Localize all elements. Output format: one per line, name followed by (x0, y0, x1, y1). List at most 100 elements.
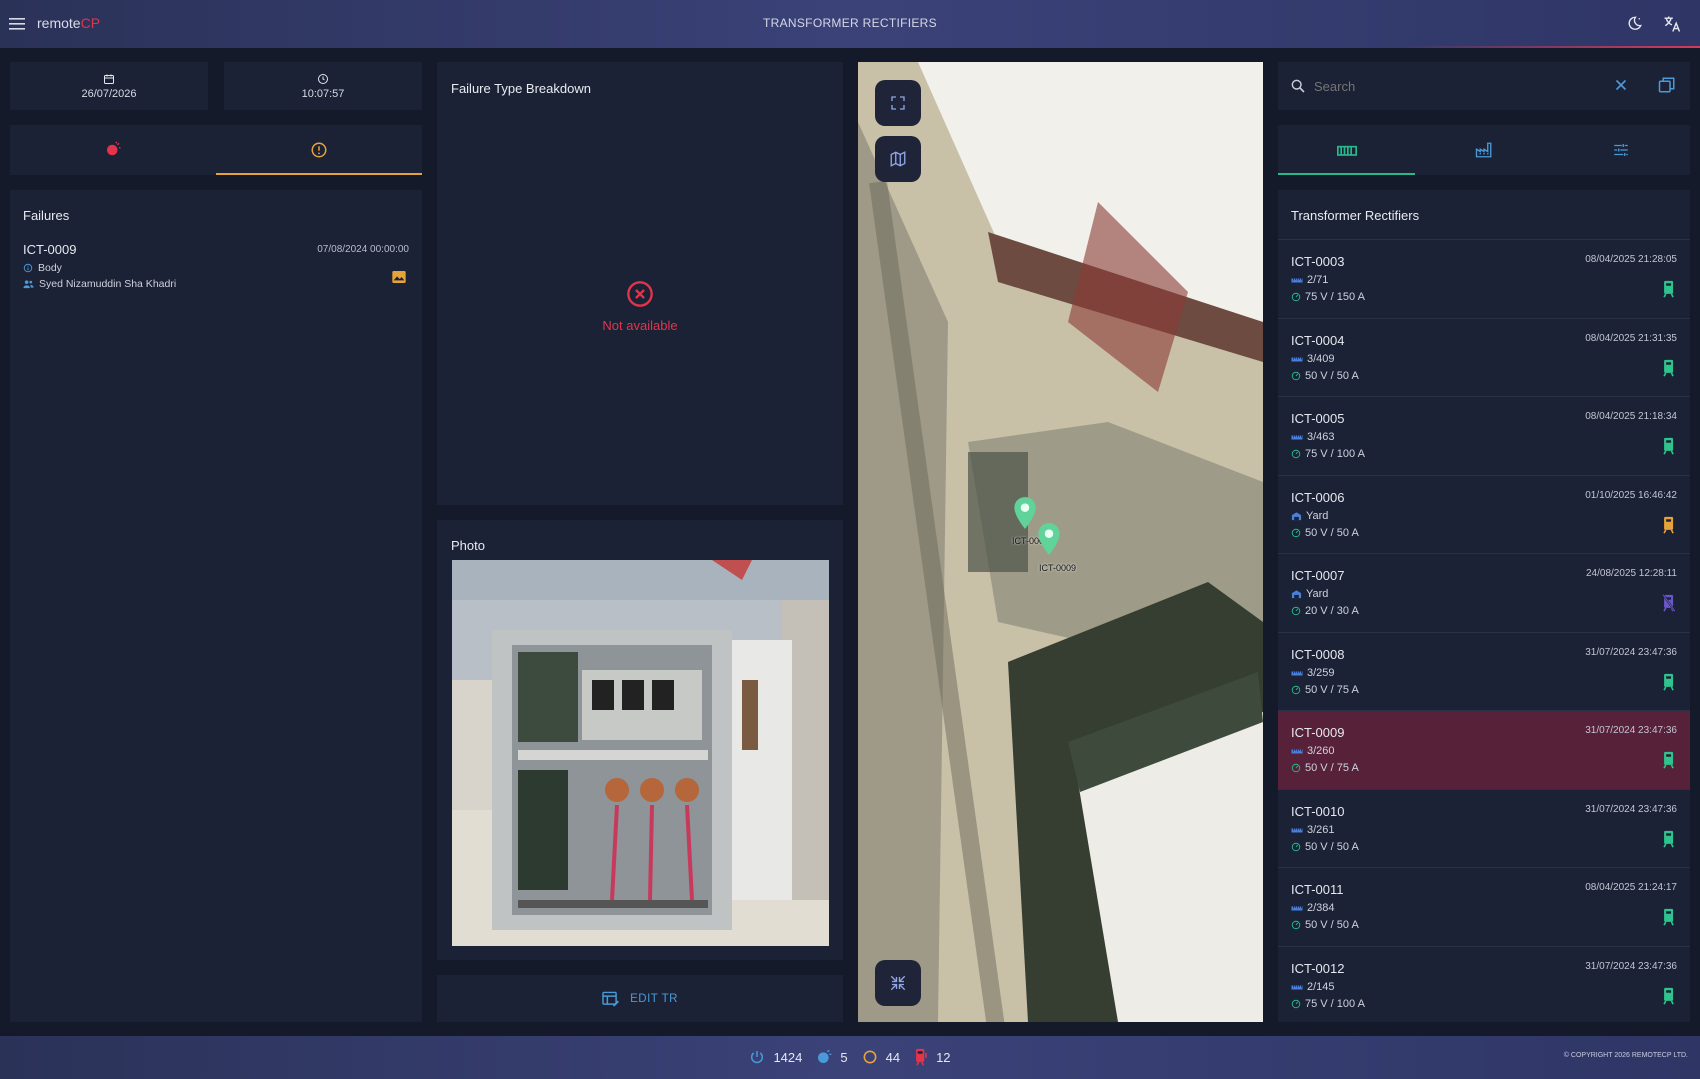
gauge-icon (1291, 528, 1301, 537)
right-tabs (1278, 125, 1690, 175)
tab-factory[interactable] (1415, 125, 1552, 175)
ruler-icon (1291, 985, 1303, 989)
tr-rating-value: 50 V / 50 A (1305, 919, 1359, 931)
tr-row[interactable]: ICT-0008 31/07/2024 23:47:36 3/259 50 V / 7… (1278, 633, 1690, 711)
tr-location: 3/261 (1291, 824, 1335, 836)
stat-fault-count: 12 (936, 1049, 951, 1065)
edit-tr-button[interactable]: EDIT TR (437, 975, 843, 1022)
collapse-icon (890, 975, 906, 991)
tr-location: 3/260 (1291, 745, 1335, 757)
tr-location-label: 3/463 (1307, 431, 1335, 443)
stat-power[interactable]: 1424 (749, 1049, 802, 1065)
gauge-icon (1291, 371, 1301, 380)
tr-id: ICT-0005 (1291, 411, 1345, 426)
failures-title: Failures (23, 208, 70, 223)
gauge-icon (1291, 606, 1301, 616)
tr-row[interactable]: ICT-0004 08/04/2025 21:31:35 3/409 50 V / 5… (1278, 319, 1690, 397)
rectifier-status-icon (1662, 437, 1676, 455)
failure-item[interactable]: ICT-0009 07/08/2024 00:00:00 Body Syed N… (23, 242, 409, 302)
tr-row[interactable]: ICT-0007 24/08/2025 12:28:11 Yard 20 V / 30… (1278, 554, 1690, 633)
tr-location: 2/384 (1291, 902, 1335, 914)
tr-rating: 50 V / 50 A (1291, 370, 1359, 382)
rectifier-status-icon (1662, 987, 1676, 1005)
failures-panel: Failures ICT-0009 07/08/2024 00:00:00 Bo… (10, 190, 422, 1022)
tr-row[interactable]: ICT-0012 31/07/2024 23:47:36 2/145 75 V / 1… (1278, 947, 1690, 1023)
stat-alarm[interactable]: 5 (816, 1049, 848, 1065)
ruler-icon (1291, 435, 1303, 440)
tr-location-label: 2/145 (1307, 980, 1335, 993)
tr-row[interactable]: ICT-0005 08/04/2025 21:18:34 3/463 75 V / 1… (1278, 397, 1690, 476)
copyright: © COPYRIGHT 2026 REMOTECP LTD. (1563, 1052, 1688, 1059)
rectifier-status-icon (1662, 830, 1676, 848)
tr-id: ICT-0011 (1291, 882, 1344, 897)
translate-icon[interactable] (1660, 12, 1684, 36)
tr-rating: 50 V / 50 A (1291, 919, 1359, 931)
tr-location: 3/259 (1291, 667, 1335, 679)
tr-row[interactable]: ICT-0010 31/07/2024 23:47:36 3/261 50 V / 5… (1278, 790, 1690, 868)
photo-title: Photo (451, 538, 485, 553)
failure-date: 07/08/2024 00:00:00 (317, 244, 409, 255)
tr-id: ICT-0012 (1291, 960, 1345, 976)
tr-location-label: 2/71 (1307, 274, 1329, 286)
calendar-icon (104, 74, 114, 84)
stat-fault[interactable]: 12 (914, 1048, 951, 1066)
tr-rating-value: 50 V / 50 A (1305, 369, 1359, 382)
image-icon[interactable] (391, 269, 407, 290)
search-input[interactable] (1314, 74, 1574, 98)
tr-rating-value: 20 V / 30 A (1305, 605, 1359, 617)
breakdown-title: Failure Type Breakdown (451, 81, 591, 96)
date-card: 26/07/2026 (10, 62, 208, 110)
tr-rating: 50 V / 50 A (1291, 841, 1359, 853)
status-summary: 1424 5 44 12 (0, 1048, 1700, 1066)
fullscreen-button[interactable] (875, 80, 921, 126)
rectifier-status-icon (1662, 280, 1676, 298)
rectifier-status-icon (1662, 516, 1676, 534)
rectifier-status-icon (1662, 359, 1676, 377)
map-layers-button[interactable] (875, 136, 921, 182)
tab-filters[interactable] (1553, 125, 1690, 175)
rectifier-status-icon (1662, 751, 1676, 769)
tr-date: 08/04/2025 21:28:05 (1585, 254, 1677, 265)
tr-date: 08/04/2025 21:24:17 (1585, 882, 1677, 893)
tr-location: Yard (1291, 510, 1328, 522)
map-icon (890, 151, 906, 167)
ruler-icon (1291, 749, 1303, 754)
popout-icon[interactable] (1658, 76, 1676, 99)
photo-panel: Photo (437, 520, 843, 960)
tr-row[interactable]: ICT-0011 08/04/2025 21:24:17 2/384 50 V / 5… (1278, 868, 1690, 947)
tr-date: 31/07/2024 23:47:36 (1585, 803, 1677, 815)
tab-failures[interactable] (216, 125, 422, 175)
tr-rating-value: 50 V / 75 A (1305, 683, 1359, 696)
collapse-map-button[interactable] (875, 960, 921, 1006)
ruler-icon (1291, 906, 1303, 911)
tr-rating: 75 V / 150 A (1291, 291, 1365, 303)
tab-alarms[interactable] (10, 125, 216, 175)
tr-row[interactable]: ICT-0003 08/04/2025 21:28:05 2/71 75 V / 15… (1278, 240, 1690, 319)
tr-id: ICT-0010 (1291, 803, 1345, 819)
tr-location-label: 3/409 (1307, 352, 1335, 365)
edit-tr-label: EDIT TR (630, 992, 678, 1005)
tr-rating-value: 50 V / 75 A (1305, 762, 1359, 774)
tr-row[interactable]: ICT-0006 01/10/2025 16:46:42 Yard 50 V / 50… (1278, 476, 1690, 554)
tr-date: 01/10/2025 16:46:42 (1585, 489, 1677, 501)
map-marker-ict-0008[interactable] (1012, 496, 1038, 535)
tr-rating-value: 75 V / 100 A (1305, 448, 1365, 460)
tr-location-label: Yard (1306, 588, 1329, 600)
failure-id: ICT-0009 (23, 242, 77, 257)
clear-search-icon[interactable] (1612, 76, 1630, 99)
stat-circle[interactable]: 44 (862, 1049, 900, 1065)
time-value: 10:07:57 (301, 87, 345, 100)
ruler-icon (1291, 278, 1303, 283)
alarm-icon (107, 141, 121, 156)
factory-icon (1475, 142, 1492, 158)
ruler-icon (1291, 357, 1303, 361)
tr-date: 31/07/2024 23:47:36 (1585, 960, 1677, 972)
dark-mode-icon[interactable] (1622, 12, 1646, 36)
tr-row[interactable]: ICT-0009 31/07/2024 23:47:36 3/260 50 V / 7… (1278, 711, 1690, 790)
tab-rectifiers[interactable] (1278, 125, 1416, 175)
users-icon (23, 280, 34, 289)
top-bar: remoteCP TRANSFORMER RECTIFIERS (0, 0, 1700, 48)
map-marker-ict-0009[interactable] (1036, 522, 1062, 561)
tr-location: 3/409 (1291, 353, 1335, 365)
satellite-map[interactable]: ICT-0008 ICT-0009 (858, 62, 1263, 1022)
